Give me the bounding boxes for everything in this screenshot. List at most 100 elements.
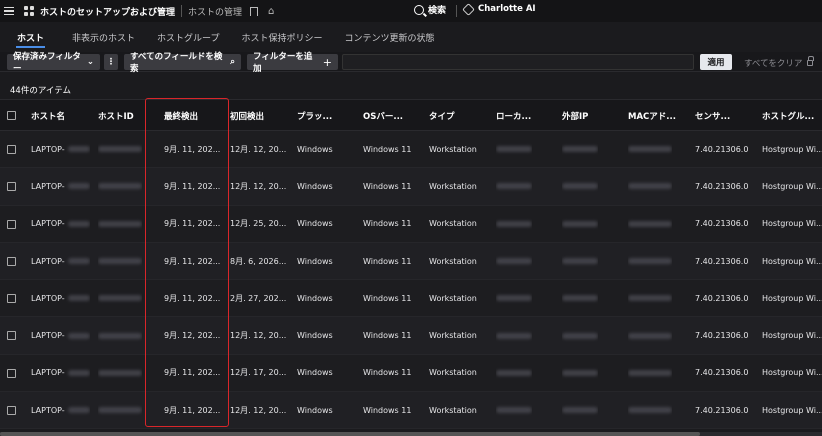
cell-last_seen: 9月. 11, 202... — [164, 355, 220, 391]
tab-host-groups[interactable]: ホストグループ — [148, 26, 228, 48]
breadcrumb-divider — [181, 5, 183, 17]
cell-text: Windows — [297, 405, 333, 415]
column-header-platform[interactable]: プラッ... — [297, 100, 332, 132]
tab-bar: ホスト 非表示のホスト ホストグループ ホスト保持ポリシー コンテンツ更新の状態 — [0, 26, 444, 48]
cell-hostname[interactable]: LAPTOP- — [31, 131, 90, 167]
cell-text: Windows — [297, 219, 333, 229]
cell-text: Windows 11 — [363, 144, 412, 154]
column-header-hostid[interactable]: ホストID — [98, 100, 134, 132]
cell-os: Windows 11 — [363, 168, 411, 204]
add-filter-button[interactable]: フィルターを追加 + — [247, 52, 338, 74]
redacted-value — [496, 295, 532, 302]
row-checkbox[interactable] — [7, 294, 16, 304]
redacted-value — [628, 332, 672, 339]
column-header-external[interactable]: 外部IP — [562, 100, 588, 132]
table-row[interactable]: LAPTOP- 9月. 11, 202... 12月. 25, 20... Windo… — [0, 205, 822, 243]
table-row[interactable]: LAPTOP- 9月. 11, 202... 12月. 12, 20... Windo… — [0, 168, 822, 206]
row-checkbox[interactable] — [7, 331, 16, 341]
cell-external — [562, 317, 598, 353]
cell-hostname[interactable]: LAPTOP- — [31, 355, 90, 391]
row-checkbox[interactable] — [7, 406, 16, 416]
home-icon[interactable]: ⌂ — [268, 6, 274, 17]
top-bar: ホストのセットアップおよび管理 ホストの管理 ⌂ 検索 Charlotte AI — [0, 0, 822, 22]
row-checkbox[interactable] — [7, 219, 16, 229]
column-header-last_seen[interactable]: 最終検出 — [164, 100, 198, 132]
cell-group: Hostgroup Wi... — [762, 206, 822, 242]
cell-hostname[interactable]: LAPTOP- — [31, 317, 90, 353]
item-count: 44件のアイテム — [10, 86, 71, 96]
column-header-hostname[interactable]: ホスト名 — [31, 100, 65, 132]
select-all-checkbox[interactable] — [7, 111, 16, 120]
tab-hosts[interactable]: ホスト — [8, 26, 53, 48]
lock-icon — [807, 56, 815, 66]
column-header-type[interactable]: タイプ — [429, 100, 455, 132]
redacted-value — [496, 258, 532, 265]
cell-text: Workstation — [429, 219, 477, 229]
column-label: OSバー... — [363, 112, 404, 122]
cell-sensor: 7.40.21306.0 — [695, 206, 748, 242]
cell-last_seen: 9月. 11, 202... — [164, 280, 220, 316]
cell-text: 2月. 27, 202... — [230, 293, 287, 303]
scrollbar-thumb[interactable] — [0, 432, 700, 436]
kebab-menu-icon[interactable]: ⋮ — [104, 54, 118, 70]
cell-hostname[interactable]: LAPTOP- — [31, 168, 90, 204]
cell-last_seen: 9月. 11, 202... — [164, 392, 220, 428]
cell-local — [496, 280, 532, 316]
horizontal-scrollbar[interactable] — [0, 432, 822, 436]
charlotte-ai-button[interactable]: Charlotte AI — [462, 2, 536, 16]
saved-filters-button[interactable]: 保存済みフィルター ⌄ — [7, 52, 100, 74]
cell-mac — [628, 355, 672, 391]
table-row[interactable]: LAPTOP- 9月. 11, 202... 8月. 6, 2026... Windo… — [0, 242, 822, 281]
cell-text: Workstation — [429, 331, 477, 341]
table-row[interactable]: LAPTOP- 9月. 11, 202... 12月. 17, 20... Windo… — [0, 354, 822, 393]
tab-host-retention[interactable]: ホスト保持ポリシー — [233, 26, 332, 48]
column-header-group[interactable]: ホストグル... — [762, 100, 814, 132]
cell-first_seen: 8月. 6, 2026... — [230, 243, 286, 279]
cell-text: 12月. 12, 20... — [230, 181, 287, 191]
global-search-button[interactable]: 検索 — [414, 3, 446, 16]
cell-hostname[interactable]: LAPTOP- — [31, 280, 90, 316]
table-header: ホスト名 ホストID 最終検出 初回検出 プラッ... OSバー... タイプ ローカ... 外… — [0, 99, 822, 131]
cell-hostid — [98, 131, 142, 167]
table-row[interactable]: LAPTOP- 9月. 11, 202... 12月. 12, 20... Windo… — [0, 131, 822, 169]
row-checkbox[interactable] — [7, 145, 16, 154]
table-row[interactable]: LAPTOP- 9月. 11, 202... 2月. 27, 202... Windo… — [0, 280, 822, 318]
column-header-os[interactable]: OSバー... — [363, 100, 403, 132]
app-grid-icon[interactable] — [24, 6, 34, 16]
cell-hostname[interactable]: LAPTOP- — [31, 392, 90, 428]
column-label: タイプ — [429, 112, 455, 122]
cell-text: Hostgroup Wi... — [762, 144, 822, 154]
search-all-fields-button[interactable]: すべてのフィールドを検索 ⌕ — [124, 52, 241, 74]
redacted-value — [628, 183, 672, 190]
tab-hidden-hosts[interactable]: 非表示のホスト — [63, 26, 144, 48]
redacted-value — [496, 332, 532, 339]
clear-all-label: すべてをクリア — [744, 59, 803, 69]
apply-button[interactable]: 適用 — [700, 54, 732, 70]
cell-external — [562, 243, 598, 279]
cell-text: Hostgroup Wi... — [762, 256, 822, 266]
cell-hostname[interactable]: LAPTOP- — [31, 243, 90, 279]
redacted-value — [628, 407, 672, 414]
redacted-value — [67, 258, 90, 265]
table-row[interactable]: LAPTOP- 9月. 12, 202... 12月. 12, 20... Windo… — [0, 317, 822, 355]
row-checkbox[interactable] — [7, 182, 16, 192]
column-header-first_seen[interactable]: 初回検出 — [230, 100, 264, 132]
cell-text: 7.40.21306.0 — [695, 368, 749, 378]
cell-type: Workstation — [429, 392, 477, 428]
column-header-sensor[interactable]: センサ... — [695, 100, 730, 132]
tab-content-update-status[interactable]: コンテンツ更新の状態 — [336, 26, 444, 48]
cell-hostname[interactable]: LAPTOP- — [31, 206, 90, 242]
menu-icon[interactable] — [4, 0, 20, 22]
cell-type: Workstation — [429, 206, 477, 242]
breadcrumb-current[interactable]: ホストの管理 — [188, 5, 242, 18]
redacted-value — [98, 258, 142, 265]
row-checkbox[interactable] — [7, 256, 16, 266]
row-checkbox[interactable] — [7, 368, 16, 378]
column-header-local[interactable]: ローカ... — [496, 100, 531, 132]
clear-all-button[interactable]: すべてをクリア — [744, 56, 815, 69]
cell-text: 9月. 11, 202... — [164, 405, 221, 415]
bookmark-icon[interactable] — [250, 6, 259, 16]
column-header-mac[interactable]: MACアド... — [628, 100, 676, 132]
table-row[interactable]: LAPTOP- 9月. 11, 202... 12月. 12, 20... Windo… — [0, 392, 822, 430]
filter-input[interactable] — [342, 54, 694, 70]
